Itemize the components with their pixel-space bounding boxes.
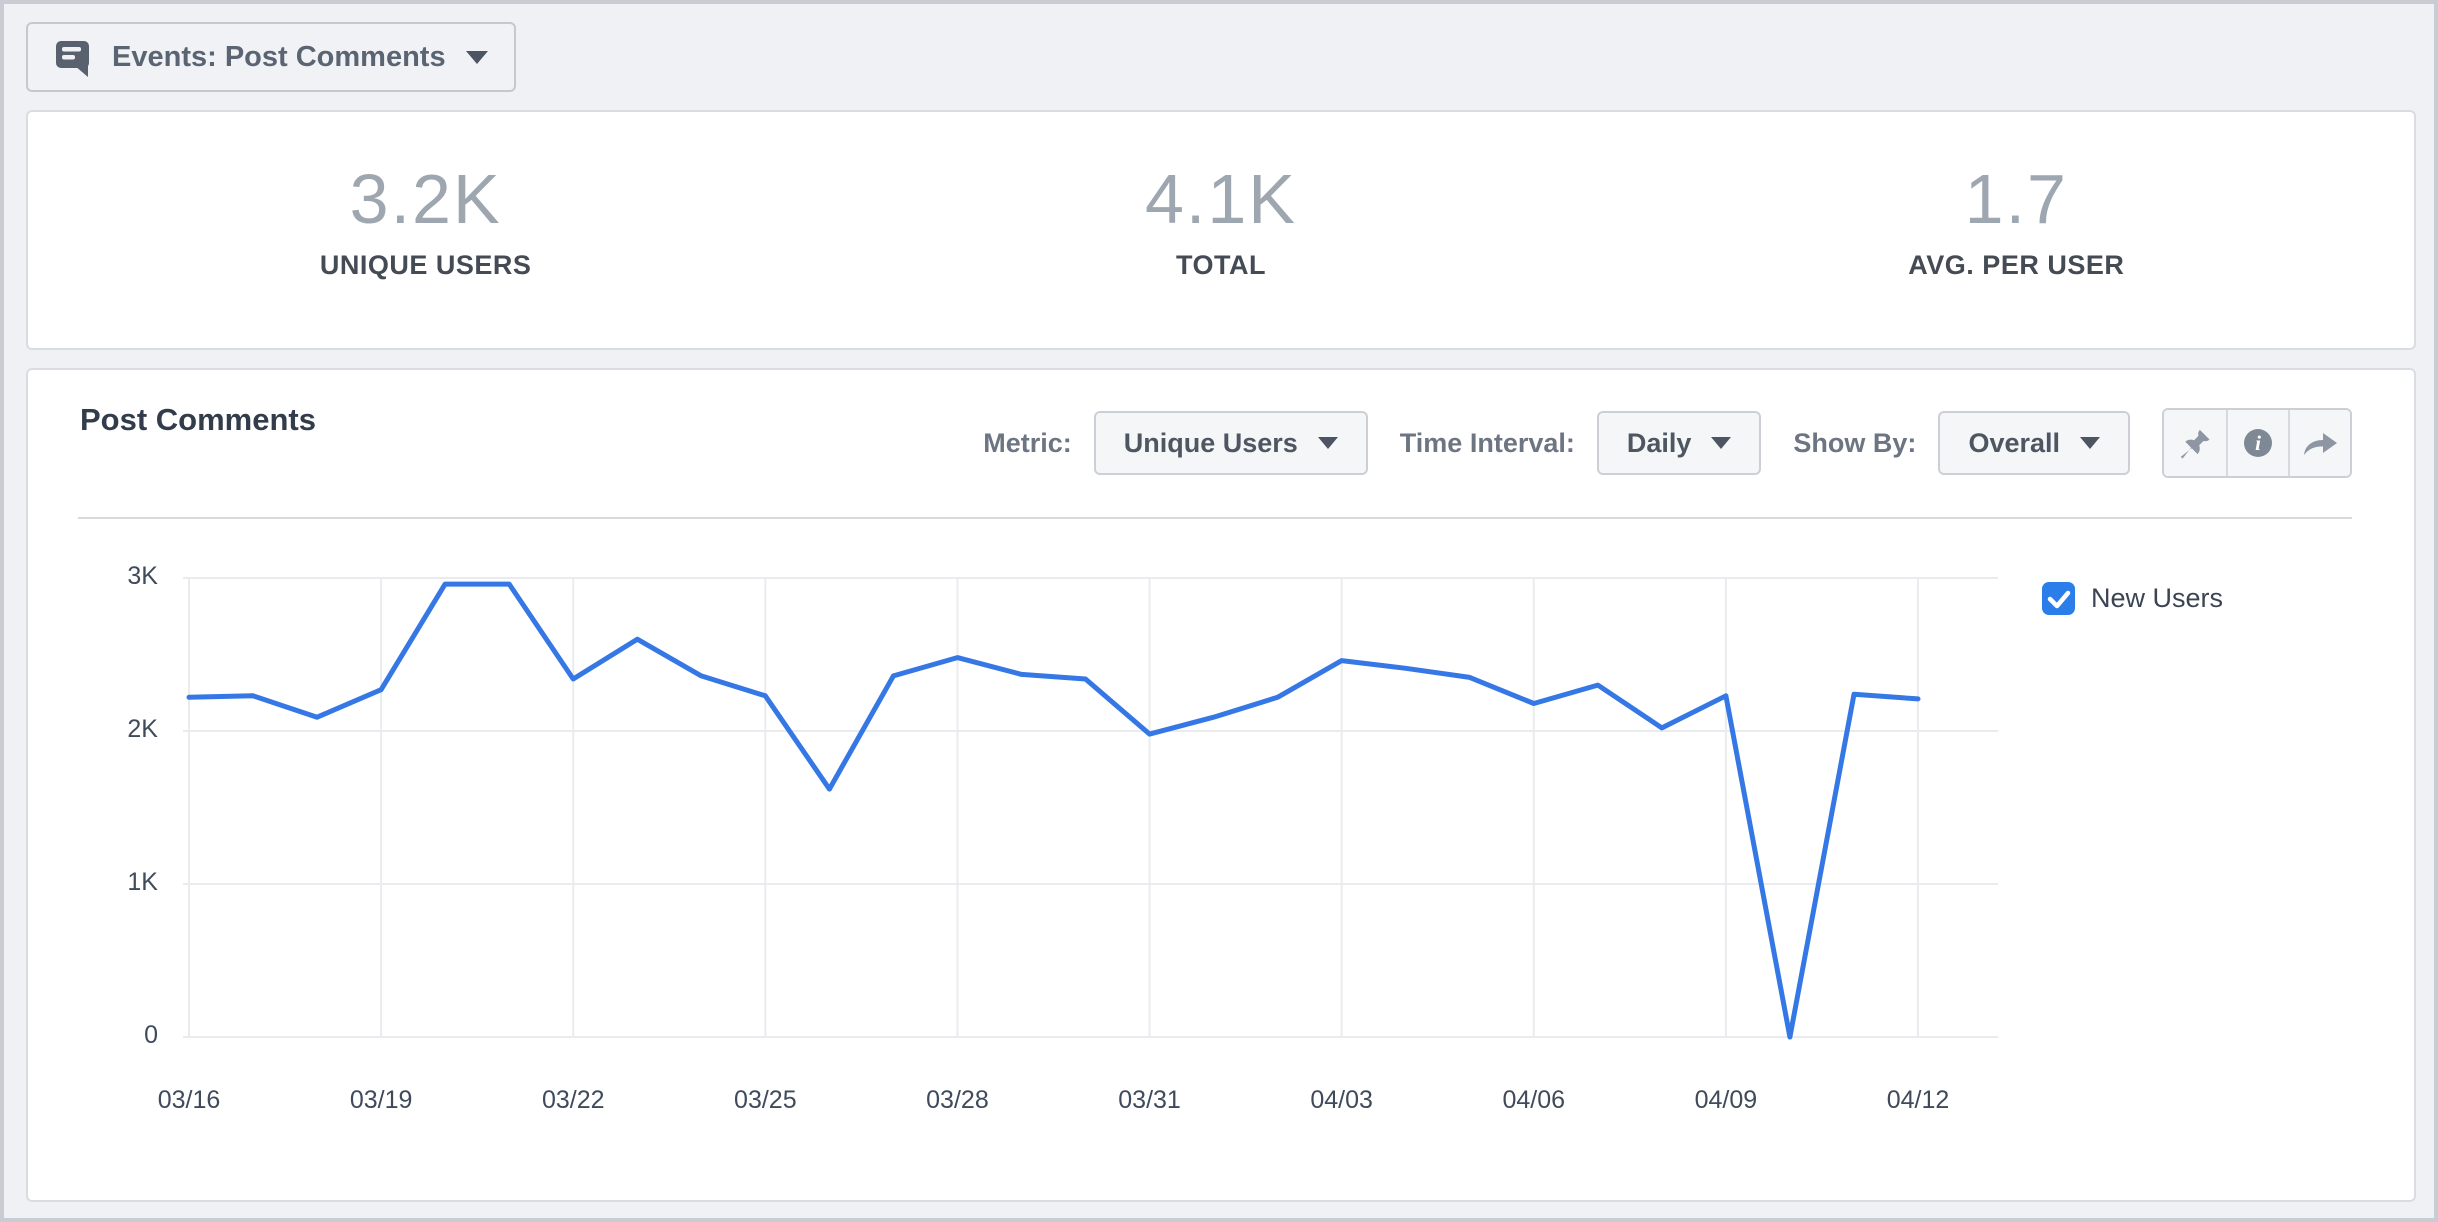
time-interval-label: Time Interval: bbox=[1400, 428, 1575, 459]
svg-text:i: i bbox=[2255, 431, 2261, 455]
y-axis-tick-label: 0 bbox=[62, 1021, 158, 1050]
chevron-down-icon bbox=[466, 51, 488, 64]
chart-action-buttons: i bbox=[2162, 408, 2352, 478]
checkmark-icon bbox=[2042, 582, 2075, 615]
stat-unique-users: 3.2K UNIQUE USERS bbox=[28, 112, 823, 348]
chart-title: Post Comments bbox=[80, 402, 316, 438]
stat-total: 4.1K TOTAL bbox=[823, 112, 1618, 348]
time-interval-dropdown[interactable]: Daily bbox=[1597, 411, 1762, 475]
chart-panel: Post Comments Metric: Unique Users Time … bbox=[26, 368, 2416, 1202]
share-button[interactable] bbox=[2288, 410, 2350, 476]
y-axis-tick-label: 2K bbox=[62, 715, 158, 744]
metric-value: Unique Users bbox=[1124, 428, 1298, 459]
x-axis-tick-label: 04/06 bbox=[1464, 1086, 1604, 1115]
pin-button[interactable] bbox=[2164, 410, 2226, 476]
x-axis-tick-label: 03/19 bbox=[311, 1086, 451, 1115]
time-interval-value: Daily bbox=[1627, 428, 1692, 459]
chevron-down-icon bbox=[1318, 437, 1338, 449]
events-selector-label: Events: Post Comments bbox=[112, 41, 446, 74]
x-axis-tick-label: 03/31 bbox=[1080, 1086, 1220, 1115]
metric-dropdown[interactable]: Unique Users bbox=[1094, 411, 1368, 475]
info-icon: i bbox=[2240, 425, 2276, 461]
comment-note-icon bbox=[54, 37, 92, 77]
chart-legend: New Users bbox=[2042, 582, 2223, 615]
x-axis-tick-label: 03/25 bbox=[695, 1086, 835, 1115]
chevron-down-icon bbox=[2080, 437, 2100, 449]
x-axis-tick-label: 03/16 bbox=[119, 1086, 259, 1115]
stat-label: UNIQUE USERS bbox=[320, 250, 532, 281]
y-axis-tick-label: 1K bbox=[62, 868, 158, 897]
info-button[interactable]: i bbox=[2226, 410, 2288, 476]
analytics-page: Events: Post Comments 3.2K UNIQUE USERS … bbox=[0, 0, 2438, 1222]
events-selector-button[interactable]: Events: Post Comments bbox=[26, 22, 516, 92]
legend-checkbox-checked[interactable] bbox=[2042, 582, 2075, 615]
x-axis-tick-label: 04/12 bbox=[1848, 1086, 1988, 1115]
stat-value: 3.2K bbox=[350, 164, 502, 234]
summary-stats-panel: 3.2K UNIQUE USERS 4.1K TOTAL 1.7 AVG. PE… bbox=[26, 110, 2416, 350]
line-chart-plot bbox=[183, 563, 2003, 1055]
pin-icon bbox=[2177, 425, 2213, 461]
series-line-new-users bbox=[189, 584, 1918, 1037]
x-axis-tick-label: 04/09 bbox=[1656, 1086, 1796, 1115]
metric-label: Metric: bbox=[983, 428, 1072, 459]
show-by-dropdown[interactable]: Overall bbox=[1938, 411, 2130, 475]
legend-series-label: New Users bbox=[2091, 583, 2223, 614]
share-icon bbox=[2301, 425, 2339, 461]
show-by-label: Show By: bbox=[1793, 428, 1916, 459]
header-divider bbox=[78, 517, 2352, 519]
y-axis-tick-label: 3K bbox=[62, 562, 158, 591]
x-axis-tick-label: 03/28 bbox=[887, 1086, 1027, 1115]
stat-label: AVG. PER USER bbox=[1908, 250, 2124, 281]
stat-avg-per-user: 1.7 AVG. PER USER bbox=[1619, 112, 2414, 348]
x-axis-tick-label: 03/22 bbox=[503, 1086, 643, 1115]
chart-controls: Metric: Unique Users Time Interval: Dail… bbox=[983, 410, 2352, 476]
x-axis-tick-label: 04/03 bbox=[1272, 1086, 1412, 1115]
stat-label: TOTAL bbox=[1176, 250, 1266, 281]
stat-value: 4.1K bbox=[1145, 164, 1297, 234]
show-by-value: Overall bbox=[1968, 428, 2060, 459]
stat-value: 1.7 bbox=[1965, 164, 2068, 234]
chevron-down-icon bbox=[1711, 437, 1731, 449]
